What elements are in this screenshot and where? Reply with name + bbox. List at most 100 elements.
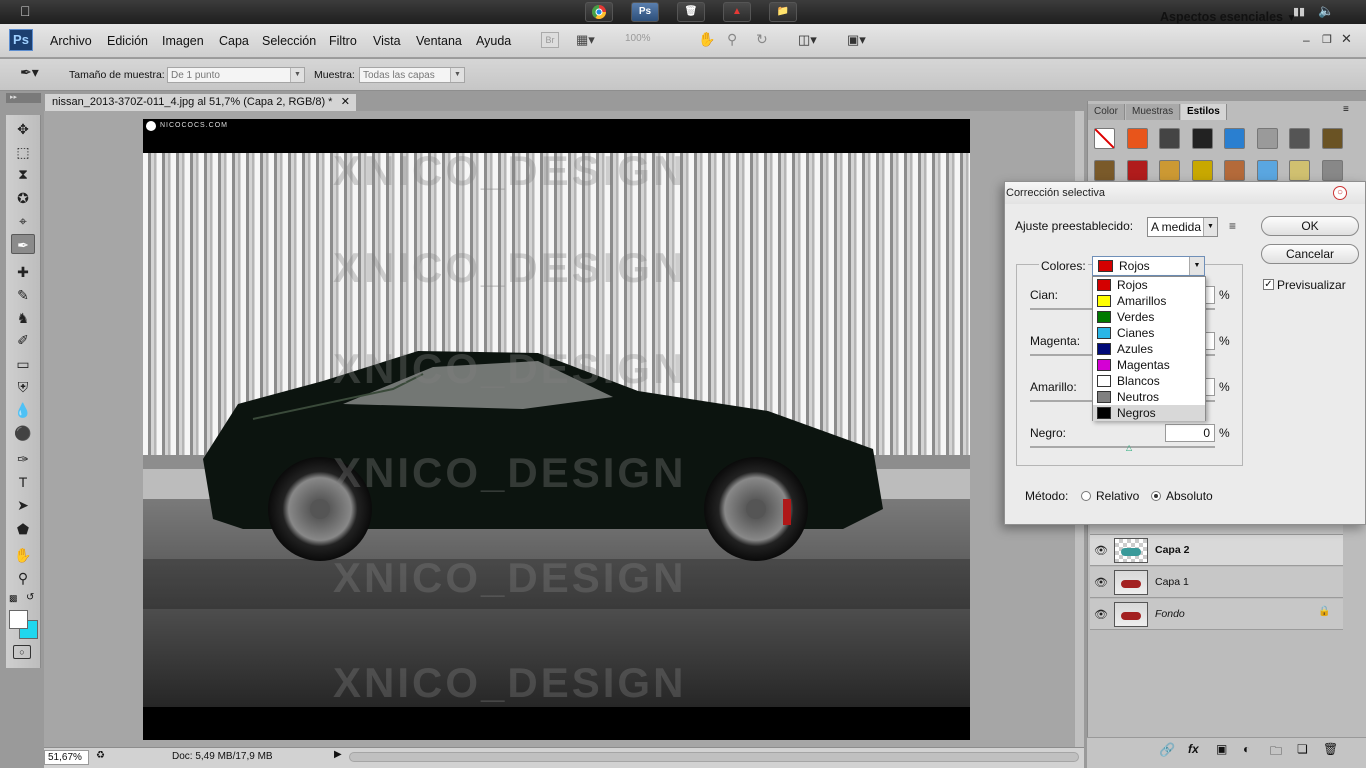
style-swatch[interactable] — [1224, 160, 1245, 181]
arrange-documents-icon[interactable]: ◫▾ — [798, 32, 828, 48]
style-swatch[interactable] — [1289, 160, 1310, 181]
eyedropper-preset-icon[interactable]: ✒▾ — [20, 64, 56, 84]
colors-select[interactable]: Rojos ▼ — [1092, 256, 1205, 276]
style-swatch[interactable] — [1256, 128, 1278, 149]
tab-color[interactable]: Color — [1088, 104, 1125, 120]
ok-button[interactable]: OK — [1261, 216, 1359, 236]
recycle-bin-icon[interactable]: 🗑 — [677, 2, 705, 22]
brush-tool-icon[interactable]: ✎ — [11, 285, 35, 305]
color-option[interactable]: Azules — [1093, 341, 1205, 357]
folder-icon[interactable]: 📁 — [769, 2, 797, 22]
cancel-button[interactable]: Cancelar — [1261, 244, 1359, 264]
visibility-eye-icon[interactable]: 👁 — [1094, 544, 1108, 557]
style-swatch[interactable] — [1289, 128, 1310, 149]
document-tab[interactable]: nissan_2013-370Z-011_4.jpg al 51,7% (Cap… — [44, 93, 357, 111]
absolute-radio[interactable] — [1151, 491, 1161, 501]
adjustment-layer-icon[interactable]: ◐ — [1243, 742, 1257, 756]
blur-tool-icon[interactable]: 💧 — [11, 400, 35, 420]
sample-select[interactable]: Todas las capas ▼ — [359, 67, 465, 83]
zoom-tool-icon[interactable]: ⚲ — [727, 31, 745, 49]
panel-menu-icon[interactable]: ≡ — [1343, 104, 1359, 118]
color-option[interactable]: Blancos — [1093, 373, 1205, 389]
style-swatch[interactable] — [1126, 128, 1148, 149]
shape-tool-icon[interactable]: ⬟ — [11, 519, 35, 539]
workspace-switcher[interactable]: Aspectos esenciales ▼ — [1160, 10, 1296, 24]
color-option[interactable]: Rojos — [1093, 277, 1205, 293]
menu-item-6[interactable]: Filtro — [329, 34, 357, 48]
pen-tool-icon[interactable]: ✑ — [11, 449, 35, 469]
color-option[interactable]: Amarillos — [1093, 293, 1205, 309]
layer-row-partial[interactable] — [1090, 525, 1343, 535]
layer-mask-icon[interactable]: ▣ — [1216, 742, 1230, 756]
tab-muestras[interactable]: Muestras — [1126, 104, 1181, 120]
status-menu-arrow-icon[interactable]: ▶ — [334, 749, 346, 765]
style-swatch[interactable] — [1321, 160, 1343, 181]
photoshop-icon[interactable]: Ps — [631, 2, 659, 22]
relative-radio[interactable] — [1081, 491, 1091, 501]
menu-item-1[interactable]: Archivo — [50, 34, 92, 48]
restore-icon[interactable]: ❐ — [1322, 33, 1334, 46]
style-swatch[interactable] — [1256, 160, 1278, 181]
type-tool-icon[interactable]: T — [11, 472, 35, 492]
horizontal-scrollbar[interactable] — [349, 752, 1079, 762]
link-layers-icon[interactable]: 🔗 — [1159, 742, 1177, 757]
chrome-icon[interactable] — [585, 2, 613, 22]
close-icon[interactable]: ✕ — [341, 94, 350, 111]
style-swatch[interactable] — [1159, 160, 1180, 181]
style-swatch[interactable] — [1126, 160, 1148, 181]
bridge-button[interactable]: Br — [541, 32, 559, 48]
slider-value-input[interactable]: 0 — [1165, 424, 1215, 442]
hand-tool-icon[interactable]: ✋ — [11, 545, 35, 565]
default-colors-icon[interactable]: ▩ — [9, 593, 19, 603]
layer-style-icon[interactable]: fx — [1188, 742, 1206, 756]
style-swatch[interactable] — [1224, 128, 1245, 149]
path-selection-tool-icon[interactable]: ➤ — [11, 495, 35, 515]
menu-item-7[interactable]: Vista — [373, 34, 401, 48]
sample-size-select[interactable]: De 1 punto ▼ — [167, 67, 305, 83]
status-options-icon[interactable]: ♻ — [96, 750, 108, 764]
layer-row[interactable]: 👁 Capa 2 — [1090, 535, 1343, 566]
slider-track[interactable] — [1030, 446, 1215, 448]
paint-bucket-tool-icon[interactable]: ⛨ — [11, 377, 35, 397]
tab-estilos[interactable]: Estilos — [1181, 104, 1227, 120]
quick-mask-icon[interactable]: ○ — [13, 645, 31, 659]
color-option[interactable]: Neutros — [1093, 389, 1205, 405]
zoom-tool-icon[interactable]: ⚲ — [11, 568, 35, 588]
style-swatch[interactable] — [1094, 128, 1115, 149]
style-swatch[interactable] — [1321, 128, 1343, 149]
apple-icon[interactable]:  — [20, 3, 34, 19]
color-option[interactable]: Verdes — [1093, 309, 1205, 325]
zoom-level-field[interactable]: 100% — [625, 33, 667, 47]
menu-item-3[interactable]: Imagen — [162, 34, 204, 48]
eyedropper-tool-icon[interactable]: ✒ — [11, 234, 35, 254]
menu-item-9[interactable]: Ayuda — [476, 34, 511, 48]
rotate-view-icon[interactable]: ↻ — [756, 31, 774, 49]
style-swatch[interactable] — [1191, 160, 1213, 181]
preset-options-icon[interactable]: ≡ — [1229, 219, 1245, 233]
acrobat-icon[interactable]: ▲ — [723, 2, 751, 22]
volume-icon[interactable]: 🔈 — [1318, 3, 1334, 19]
close-icon[interactable]: ✕ — [1341, 31, 1353, 46]
marquee-tool-icon[interactable]: ⬚ — [11, 142, 35, 162]
menu-item-2[interactable]: Edición — [107, 34, 148, 48]
image-canvas[interactable]: NICOCOCS.COM XNICO_DESIGN XNICO_DESIGN X… — [143, 119, 970, 740]
extras-icon[interactable]: ▦▾ — [576, 32, 606, 48]
lasso-tool-icon[interactable]: ⧗ — [11, 164, 35, 184]
foreground-color-swatch[interactable] — [9, 610, 28, 629]
zoom-status-field[interactable]: 51,67% — [44, 750, 89, 765]
style-swatch[interactable] — [1094, 160, 1115, 181]
dodge-tool-icon[interactable]: ⚫ — [11, 423, 35, 443]
swap-colors-icon[interactable]: ↺ — [26, 592, 36, 603]
dialog-close-icon[interactable]: ○ — [1333, 186, 1347, 200]
menu-item-5[interactable]: Selección — [262, 34, 316, 48]
visibility-eye-icon[interactable]: 👁 — [1094, 608, 1108, 621]
slider-thumb-icon[interactable]: △ — [1126, 444, 1134, 452]
delete-layer-icon[interactable]: 🗑 — [1323, 742, 1338, 756]
history-brush-tool-icon[interactable]: ✐ — [11, 330, 35, 350]
eraser-tool-icon[interactable]: ▭ — [11, 354, 35, 374]
color-option[interactable]: Magentas — [1093, 357, 1205, 373]
layer-row[interactable]: 👁 Capa 1 — [1090, 567, 1343, 598]
preset-select[interactable]: A medida ▼ — [1147, 217, 1218, 237]
hand-tool-icon[interactable]: ✋ — [698, 31, 716, 49]
preview-checkbox[interactable]: ✓ — [1263, 279, 1274, 290]
